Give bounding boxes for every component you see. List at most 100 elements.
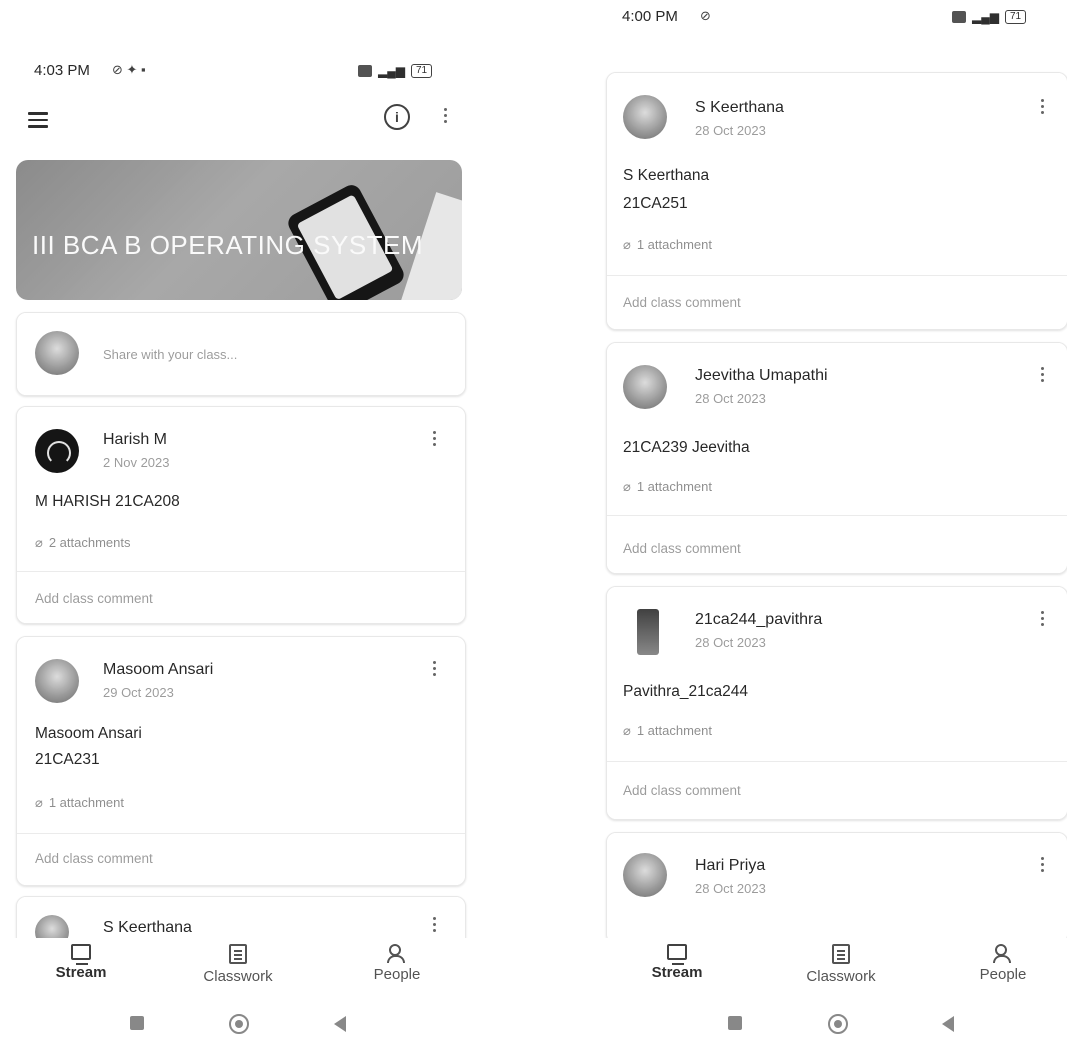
share-with-class-card[interactable]: Share with your class... — [16, 312, 466, 396]
post-author: Hari Priya — [695, 857, 766, 874]
tab-stream[interactable]: Stream — [622, 944, 732, 982]
signal-icon: ▂▄▆ — [378, 64, 405, 78]
avatar — [623, 853, 667, 897]
class-banner[interactable]: III BCA B OPERATING SYSTEM — [16, 160, 462, 300]
tab-stream[interactable]: Stream — [26, 944, 136, 982]
battery-icon: 71 — [1004, 10, 1027, 24]
divider — [607, 515, 1067, 516]
post-date: 28 Oct 2023 — [695, 123, 766, 138]
avatar — [623, 95, 667, 139]
classwork-icon — [832, 944, 850, 964]
attachment-icon: ⌀ — [35, 535, 43, 550]
post-author: 21ca244_pavithra — [695, 611, 823, 628]
tab-classwork-label: Classwork — [806, 968, 876, 985]
attachments-label: 1 attachment — [636, 723, 712, 738]
app-bar: i — [0, 100, 480, 140]
more-vert-icon[interactable] — [444, 108, 448, 126]
post-text: Pavithra_21ca244 — [623, 683, 748, 700]
post-author: S Keerthana — [103, 919, 192, 936]
bottom-navigation: Stream Classwork People — [0, 938, 480, 1008]
status-icons: ▂▄▆ 71 — [358, 64, 433, 78]
post-author: Harish M — [103, 431, 168, 448]
status-time: 4:03 PM — [34, 62, 90, 79]
divider — [17, 571, 465, 572]
post-text: S Keerthana — [623, 167, 710, 184]
avatar — [35, 429, 79, 473]
tab-classwork[interactable]: Classwork — [183, 944, 293, 986]
post-text: M HARISH 21CA208 — [35, 493, 180, 510]
more-vert-icon[interactable] — [433, 661, 437, 679]
classwork-icon — [229, 944, 247, 964]
avatar — [623, 365, 667, 409]
add-class-comment[interactable]: Add class comment — [35, 851, 153, 866]
alarm-off-icon: ⊘ — [700, 8, 711, 23]
tab-people-label: People — [373, 966, 421, 983]
more-vert-icon[interactable] — [1041, 611, 1045, 629]
post-attachments[interactable]: ⌀ 1 attachment — [35, 795, 124, 811]
stream-icon — [71, 944, 91, 965]
post-attachments[interactable]: ⌀ 1 attachment — [623, 723, 712, 739]
post-text: Masoom Ansari — [35, 725, 142, 742]
left-phone-screen: 4:03 PM ⊘ ✦ ▪ ▂▄▆ 71 i III BCA B OPERATI… — [0, 0, 480, 1038]
tab-stream-label: Stream — [651, 964, 703, 981]
recents-icon[interactable] — [728, 1016, 742, 1030]
post-author: Jeevitha Umapathi — [695, 367, 828, 384]
post-date: 28 Oct 2023 — [695, 635, 766, 650]
divider — [607, 275, 1067, 276]
home-icon[interactable] — [828, 1014, 848, 1034]
tab-classwork-label: Classwork — [203, 968, 273, 985]
right-phone-screen: 4:00 PM ⊘ ▂▄▆ 71 S Keerthana 28 Oct 2023… — [600, 0, 1067, 1038]
tab-stream-label: Stream — [55, 964, 107, 981]
add-class-comment[interactable]: Add class comment — [623, 541, 741, 556]
post-text: 21CA231 — [35, 751, 100, 768]
share-placeholder[interactable]: Share with your class... — [103, 347, 237, 362]
tab-people[interactable]: People — [342, 944, 452, 984]
avatar — [637, 609, 659, 655]
post-date: 29 Oct 2023 — [103, 685, 174, 700]
attachment-icon: ⌀ — [35, 795, 43, 810]
tab-people[interactable]: People — [948, 944, 1058, 984]
stream-post: Harish M 2 Nov 2023 M HARISH 21CA208 ⌀ 2 … — [16, 406, 466, 624]
stream-post: Masoom Ansari 29 Oct 2023 Masoom Ansari … — [16, 636, 466, 886]
more-vert-icon[interactable] — [433, 431, 437, 449]
divider — [17, 833, 465, 834]
tab-classwork[interactable]: Classwork — [786, 944, 896, 986]
alarm-off-icon: ⊘ ✦ ▪ — [112, 62, 146, 77]
status-icons: ▂▄▆ 71 — [952, 10, 1027, 24]
attachments-label: 2 attachments — [48, 535, 131, 550]
more-vert-icon[interactable] — [433, 917, 437, 935]
back-icon[interactable] — [334, 1016, 346, 1032]
menu-icon[interactable] — [28, 112, 48, 128]
signal-icon: ▂▄▆ — [972, 10, 999, 24]
sim-icon — [952, 11, 966, 23]
stream-post: Hari Priya 28 Oct 2023 — [606, 832, 1067, 944]
class-title: III BCA B OPERATING SYSTEM — [32, 230, 424, 260]
attachment-icon: ⌀ — [623, 479, 631, 494]
sim-icon — [358, 65, 372, 77]
post-attachments[interactable]: ⌀ 2 attachments — [35, 535, 130, 551]
people-icon — [387, 944, 407, 963]
add-class-comment[interactable]: Add class comment — [623, 295, 741, 310]
more-vert-icon[interactable] — [1041, 99, 1045, 117]
post-attachments[interactable]: ⌀ 1 attachment — [623, 479, 712, 495]
post-attachments[interactable]: ⌀ 1 attachment — [623, 237, 712, 253]
stream-post: 21ca244_pavithra 28 Oct 2023 Pavithra_21… — [606, 586, 1067, 820]
attachments-label: 1 attachment — [636, 479, 712, 494]
post-date: 28 Oct 2023 — [695, 391, 766, 406]
attachment-icon: ⌀ — [623, 237, 631, 252]
people-icon — [993, 944, 1013, 963]
more-vert-icon[interactable] — [1041, 857, 1045, 875]
recents-icon[interactable] — [130, 1016, 144, 1030]
post-date: 28 Oct 2023 — [695, 881, 766, 896]
bottom-navigation: Stream Classwork People — [600, 938, 1067, 1008]
add-class-comment[interactable]: Add class comment — [623, 783, 741, 798]
info-icon[interactable]: i — [384, 104, 410, 130]
post-author: Masoom Ansari — [103, 661, 214, 678]
add-class-comment[interactable]: Add class comment — [35, 591, 153, 606]
more-vert-icon[interactable] — [1041, 367, 1045, 385]
home-icon[interactable] — [229, 1014, 249, 1034]
post-text: 21CA239 Jeevitha — [623, 439, 750, 456]
back-icon[interactable] — [942, 1016, 954, 1032]
post-author: S Keerthana — [695, 99, 784, 116]
stream-icon — [667, 944, 687, 965]
